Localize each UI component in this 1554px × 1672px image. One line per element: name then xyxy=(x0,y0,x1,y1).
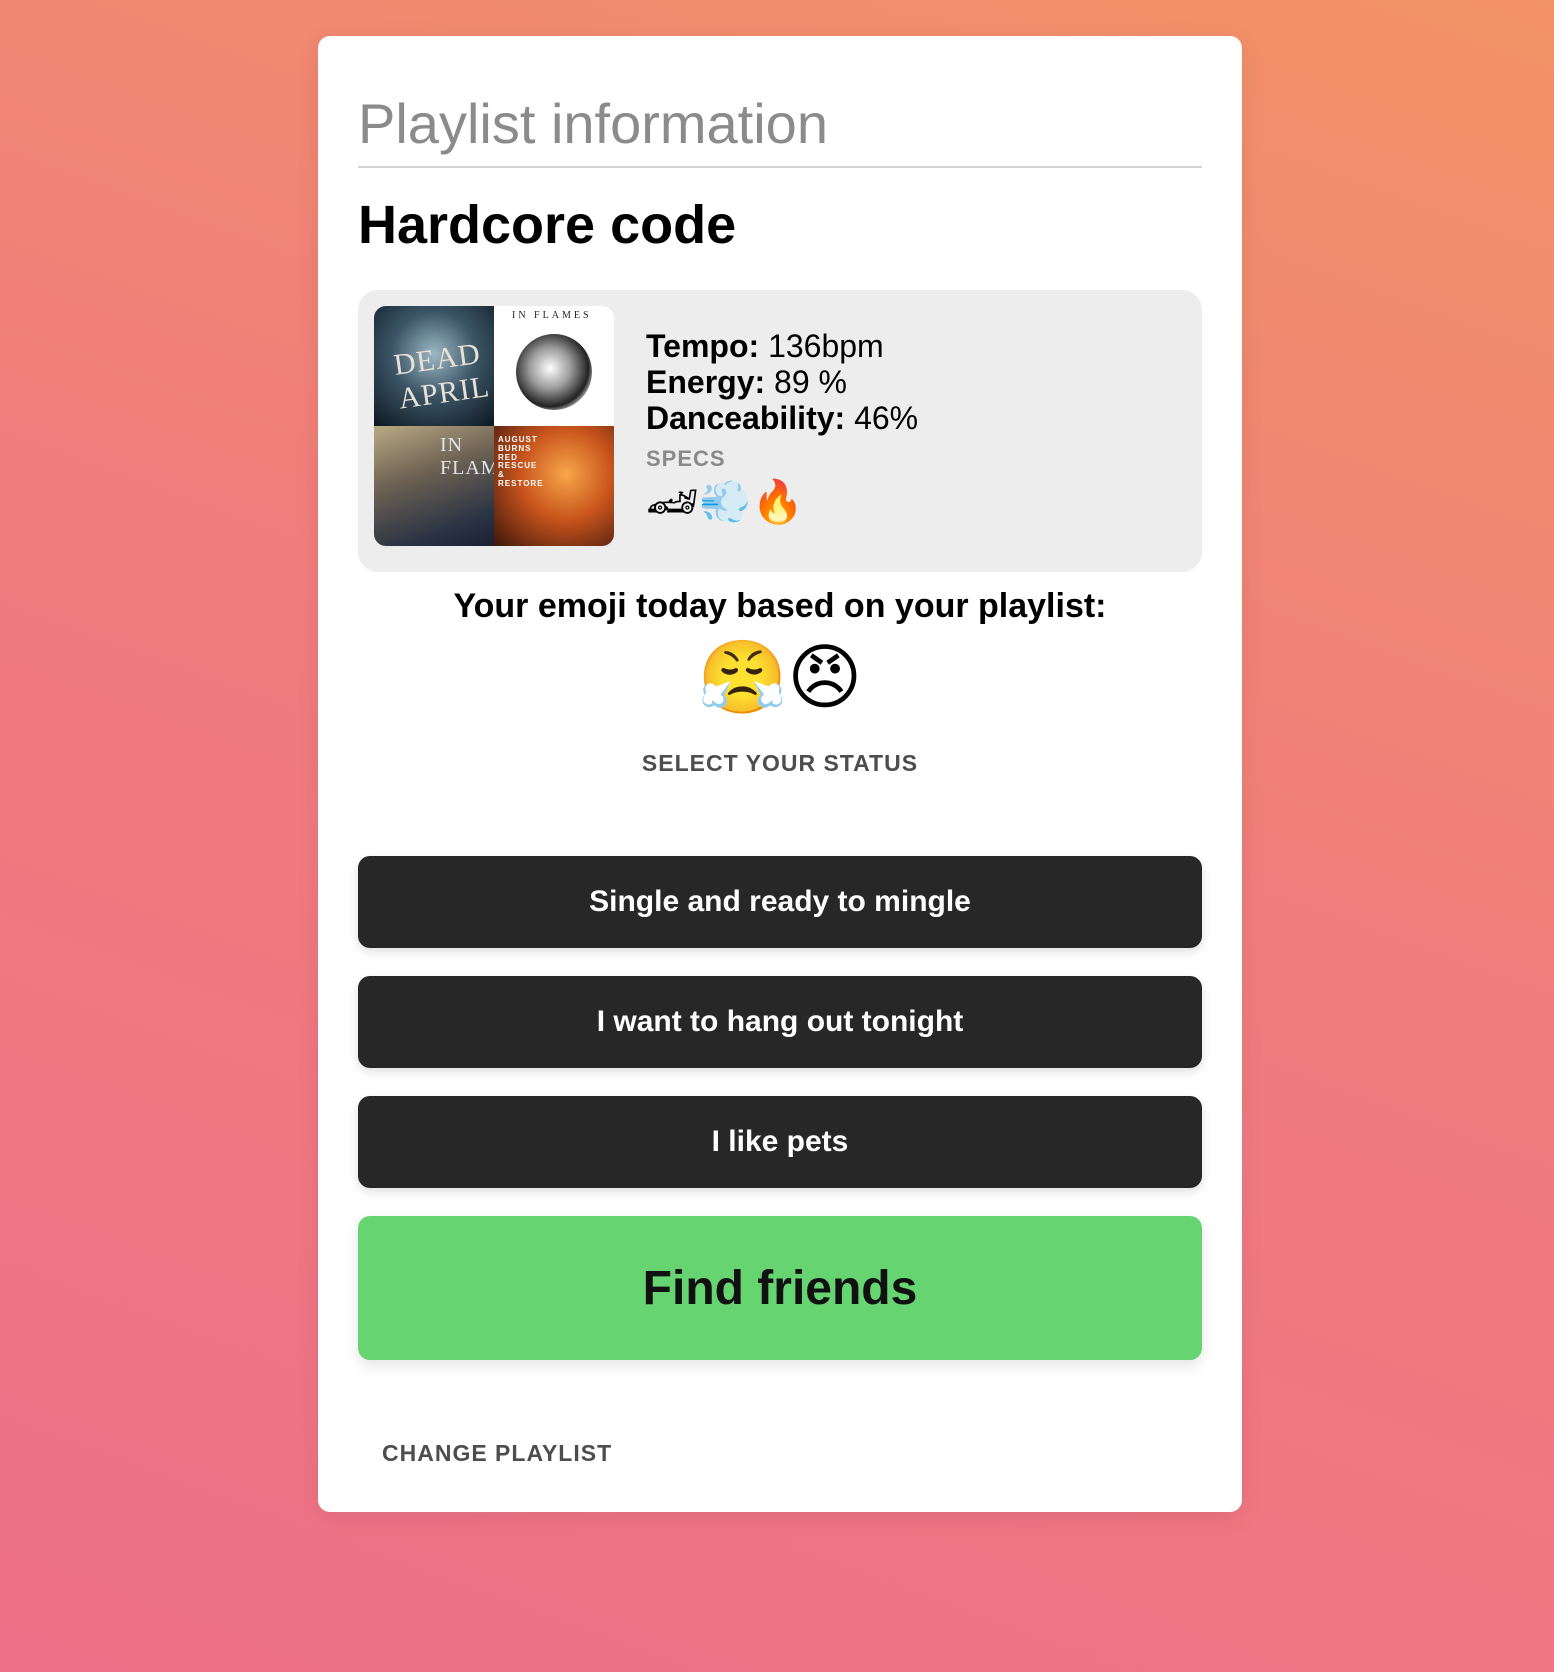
mood-emojis: 😤😠 xyxy=(697,635,863,719)
danceability-value: 46% xyxy=(854,400,919,436)
section-title: Playlist information xyxy=(358,96,1202,168)
album-cover: IN FLAMES xyxy=(494,306,614,426)
specs-emojis: 🏎💨🔥 xyxy=(646,477,804,526)
status-option-hang-out-button[interactable]: I want to hang out tonight xyxy=(358,976,1202,1068)
change-playlist-link[interactable]: CHANGE PLAYLIST xyxy=(382,1440,612,1467)
energy-stat: Energy: 89 % xyxy=(646,364,918,400)
danceability-label: Danceability: xyxy=(646,400,846,436)
specs-label: SPECS xyxy=(646,446,726,471)
album-artwork xyxy=(516,334,592,410)
energy-value: 89 % xyxy=(774,364,847,400)
album-cover-title: IN FLAMES xyxy=(512,310,592,321)
tempo-stat: Tempo: 136bpm xyxy=(646,328,918,364)
status-option-single-button[interactable]: Single and ready to mingle xyxy=(358,856,1202,948)
playlist-stats: Tempo: 136bpm Energy: 89 % Danceability:… xyxy=(646,328,918,528)
tempo-value: 136bpm xyxy=(768,328,884,364)
album-cover: IN FLAMES xyxy=(374,426,494,546)
danceability-stat: Danceability: 46% xyxy=(646,400,918,436)
album-cover: AUGUST BURNS RED RESCUE & RESTORE xyxy=(494,426,614,546)
mood-heading: Your emoji today based on your playlist: xyxy=(453,587,1107,625)
status-option-pets-button[interactable]: I like pets xyxy=(358,1096,1202,1188)
album-covers-grid: DEAD APRIL IN FLAMES IN FLAMES AUGUST BU… xyxy=(374,306,614,546)
status-heading: SELECT YOUR STATUS xyxy=(641,750,919,776)
playlist-card: Playlist information Hardcore code DEAD … xyxy=(318,36,1242,1512)
playlist-info-box: DEAD APRIL IN FLAMES IN FLAMES AUGUST BU… xyxy=(358,290,1202,572)
playlist-name: Hardcore code xyxy=(358,195,737,255)
tempo-label: Tempo: xyxy=(646,328,760,364)
album-cover-title: DEAD APRIL xyxy=(391,336,492,416)
album-cover-title: IN FLAMES xyxy=(440,434,494,479)
album-cover: DEAD APRIL xyxy=(374,306,494,426)
album-cover-title: AUGUST BURNS RED RESCUE & RESTORE xyxy=(498,435,544,488)
find-friends-button[interactable]: Find friends xyxy=(358,1216,1202,1360)
energy-label: Energy: xyxy=(646,364,766,400)
